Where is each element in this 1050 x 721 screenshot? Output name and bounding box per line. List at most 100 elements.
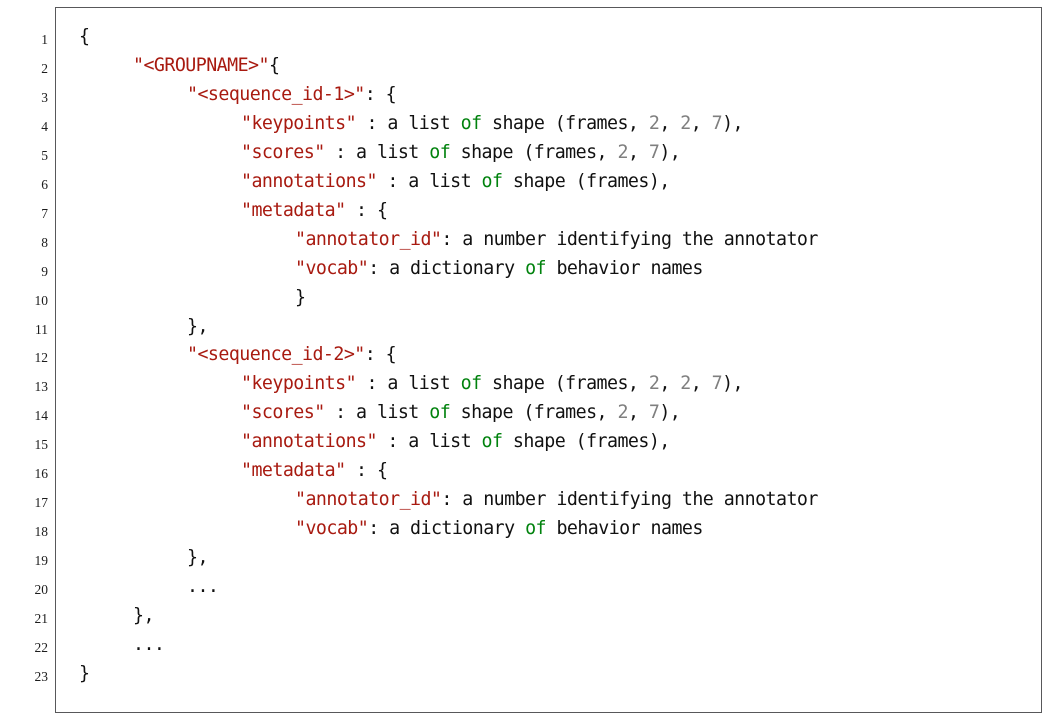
code-token-plain: : a list xyxy=(324,141,430,163)
code-token-plain: , xyxy=(690,373,712,395)
code-line: "keypoints" : a list of shape (frames, 2… xyxy=(241,112,744,134)
line-number: 15 xyxy=(34,437,49,453)
code-line: "scores" : a list of shape (frames, 2, 7… xyxy=(241,402,681,424)
code-token-plain: shape (frames, xyxy=(450,141,618,163)
code-token-keyword: of xyxy=(481,170,503,192)
code-line: "annotations" : a list of shape (frames)… xyxy=(241,433,670,451)
line-number: 7 xyxy=(41,205,48,221)
code-token-number: 7 xyxy=(711,112,723,134)
line-number: 10 xyxy=(34,292,49,308)
code-token-keyword: of xyxy=(429,402,451,424)
code-line: } xyxy=(79,664,90,683)
code-line: ... xyxy=(133,633,165,655)
code-token-plain: }, xyxy=(187,315,208,337)
code-line: { xyxy=(79,26,90,47)
code-token-number: 2 xyxy=(680,373,691,395)
code-token-plain: : { xyxy=(364,344,397,366)
code-line: "keypoints" : a list of shape (frames, 2… xyxy=(241,373,744,395)
code-line: "vocab": a dictionary of behavior names xyxy=(295,257,703,279)
code-line: "metadata" : { xyxy=(241,460,388,482)
code-token-number: 7 xyxy=(648,141,660,163)
line-number: 8 xyxy=(41,234,48,250)
code-listing-figure: 1 2 3 4 5 6 7 8 9 10 11 12 13 14 15 16 17 18 19 20 21 22 23 {"… xyxy=(0,0,1050,721)
code-token-string: "annotations" xyxy=(241,170,377,192)
line-number: 1 xyxy=(41,32,48,47)
code-token-plain: shape (frames), xyxy=(502,170,670,192)
line-number: 17 xyxy=(34,495,49,511)
code-token-plain: : a list xyxy=(376,431,482,453)
line-number: 12 xyxy=(34,350,49,366)
code-token-keyword: of xyxy=(525,518,546,540)
line-number: 20 xyxy=(34,582,49,598)
code-token-plain: : a dictionary xyxy=(368,518,526,540)
code-token-keyword: of xyxy=(481,431,503,453)
code-token-plain: : a number identifying the annotator xyxy=(441,228,818,250)
code-token-string: "annotator_id" xyxy=(295,228,442,250)
code-token-plain: { xyxy=(79,26,90,47)
code-token-plain: behavior names xyxy=(545,257,703,279)
code-token-plain: : a list xyxy=(356,112,461,134)
line-number-gutter: 1 2 3 4 5 6 7 8 9 10 11 12 13 14 15 16 17 18 19 20 21 22 23 xyxy=(0,7,49,713)
code-token-plain: : { xyxy=(345,199,388,221)
code-token-plain: behavior names xyxy=(545,518,703,540)
code-token-number: 2 xyxy=(648,373,660,395)
code-token-plain: ), xyxy=(659,402,681,424)
line-number: 3 xyxy=(41,89,48,105)
code-token-plain: : a list xyxy=(356,373,461,395)
code-token-plain: }, xyxy=(133,605,154,626)
code-token-plain: shape (frames, xyxy=(481,373,649,395)
code-token-number: 2 xyxy=(680,112,691,134)
code-line: "annotator_id": a number identifying the… xyxy=(295,228,818,250)
code-token-number: 2 xyxy=(617,402,628,424)
code-text-area: {"<GROUPNAME>"{"<sequence_id-1>": {"keyp… xyxy=(79,7,1039,713)
line-number: 13 xyxy=(34,379,49,395)
code-token-string: "keypoints" xyxy=(241,373,357,395)
line-number: 22 xyxy=(34,639,49,655)
code-token-string: "<GROUPNAME>" xyxy=(133,54,269,76)
code-token-number: 2 xyxy=(648,112,660,134)
code-token-string: "vocab" xyxy=(295,257,369,279)
code-token-plain: ), xyxy=(722,112,744,134)
code-token-plain: { xyxy=(268,54,280,76)
code-token-string: "annotator_id" xyxy=(295,489,442,511)
code-token-plain: , xyxy=(659,373,681,395)
code-line: "scores" : a list of shape (frames, 2, 7… xyxy=(241,141,681,163)
line-number: 6 xyxy=(41,176,48,192)
code-token-string: "<sequence_id-1>" xyxy=(187,83,365,105)
code-line: }, xyxy=(187,548,208,567)
line-number: 18 xyxy=(34,524,49,540)
code-token-number: 2 xyxy=(617,141,628,163)
code-token-number: 7 xyxy=(648,402,660,424)
code-token-plain: : a dictionary xyxy=(368,257,526,279)
code-token-keyword: of xyxy=(460,373,482,395)
code-token-plain: } xyxy=(295,286,306,308)
code-token-keyword: of xyxy=(429,141,451,163)
code-line: "<sequence_id-1>": { xyxy=(187,83,397,105)
code-token-plain: ... xyxy=(133,633,165,655)
code-token-plain: , xyxy=(627,141,649,163)
code-token-plain: ), xyxy=(659,141,681,163)
code-token-string: "annotations" xyxy=(241,431,377,453)
code-token-string: "<sequence_id-2>" xyxy=(187,344,365,366)
code-token-keyword: of xyxy=(460,112,482,134)
code-token-plain: : { xyxy=(364,83,397,105)
code-token-plain: shape (frames, xyxy=(450,402,618,424)
code-line: "<GROUPNAME>"{ xyxy=(133,54,280,76)
code-token-string: "vocab" xyxy=(295,518,369,540)
code-token-string: "keypoints" xyxy=(241,112,357,134)
line-number: 5 xyxy=(41,147,48,163)
code-line: }, xyxy=(187,315,208,337)
line-number: 9 xyxy=(41,263,48,279)
code-token-string: "scores" xyxy=(241,402,325,424)
code-token-plain: : { xyxy=(345,460,388,482)
code-token-string: "metadata" xyxy=(241,460,346,482)
code-token-keyword: of xyxy=(525,257,546,279)
code-token-plain: shape (frames, xyxy=(481,112,649,134)
code-token-plain: , xyxy=(659,112,681,134)
code-line: ... xyxy=(187,577,219,596)
code-line: "annotator_id": a number identifying the… xyxy=(295,491,818,509)
line-number: 11 xyxy=(35,321,48,337)
code-token-plain: , xyxy=(627,402,649,424)
code-line: "vocab": a dictionary of behavior names xyxy=(295,518,703,540)
code-line: "<sequence_id-2>": { xyxy=(187,344,397,366)
